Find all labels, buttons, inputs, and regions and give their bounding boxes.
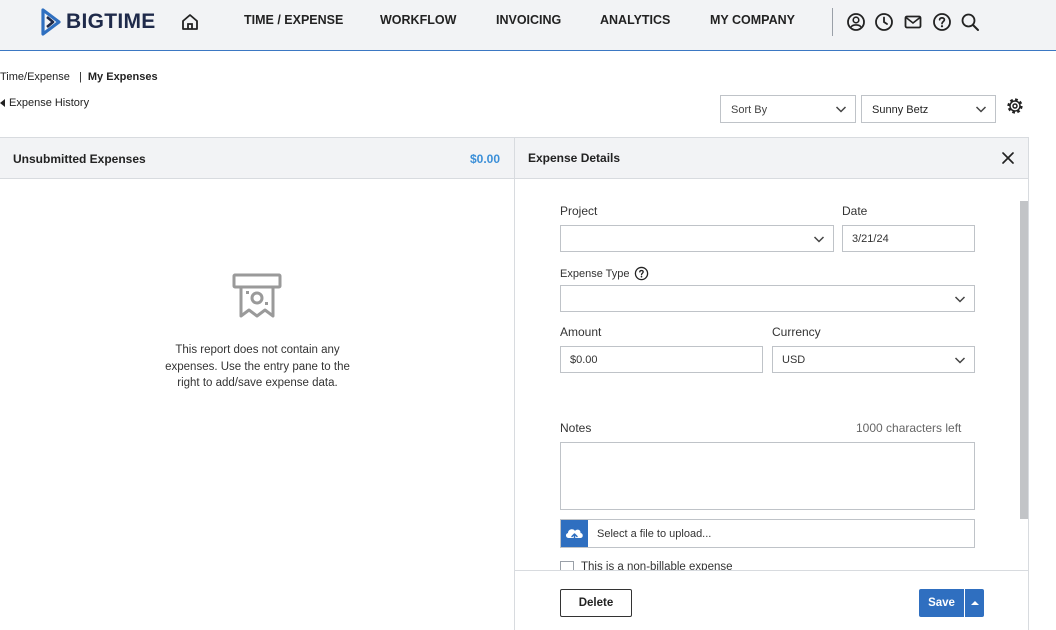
expense-type-label: Expense Type xyxy=(560,266,649,281)
unsubmitted-expenses-title: Unsubmitted Expenses xyxy=(13,152,146,166)
date-value: 3/21/24 xyxy=(852,233,889,245)
unsubmitted-expenses-header: Unsubmitted Expenses $0.00 xyxy=(0,137,514,179)
expense-details-header: Expense Details xyxy=(515,137,1028,179)
back-arrow-icon xyxy=(0,99,5,107)
currency-label: Currency xyxy=(772,325,821,339)
currency-select[interactable]: USD xyxy=(772,346,975,373)
home-icon[interactable] xyxy=(180,12,200,32)
notes-character-counter: 1000 characters left xyxy=(856,421,962,435)
upload-text: Select a file to upload... xyxy=(597,528,712,540)
help-circle-icon[interactable] xyxy=(634,266,649,281)
expense-history-link[interactable]: Expense History xyxy=(0,97,89,109)
expense-type-select[interactable] xyxy=(560,285,975,312)
nav-invoicing[interactable]: INVOICING xyxy=(496,13,561,27)
breadcrumb-parent[interactable]: Time/Expense xyxy=(0,71,70,83)
amount-field[interactable]: $0.00 xyxy=(560,346,763,373)
breadcrumb-current: My Expenses xyxy=(87,71,158,83)
date-label: Date xyxy=(842,204,868,218)
project-label: Project xyxy=(560,204,598,218)
details-footer: Delete Save xyxy=(515,570,1028,630)
save-button[interactable]: Save xyxy=(919,589,964,617)
mail-icon[interactable] xyxy=(903,12,923,32)
notes-label: Notes xyxy=(560,421,592,435)
breadcrumb: Time/Expense | My Expenses xyxy=(0,71,158,83)
sort-by-dropdown[interactable]: Sort By xyxy=(720,95,856,123)
nav-divider xyxy=(832,8,833,36)
help-circle-icon[interactable] xyxy=(932,12,952,32)
expense-details-title: Expense Details xyxy=(528,151,621,165)
chevron-down-icon xyxy=(954,357,966,364)
clock-icon[interactable] xyxy=(874,12,894,32)
user-circle-icon[interactable] xyxy=(846,12,866,32)
nav-analytics[interactable]: ANALYTICS xyxy=(600,13,670,27)
project-select[interactable] xyxy=(560,225,834,252)
breadcrumb-separator: | xyxy=(78,71,82,83)
chevron-down-icon xyxy=(835,106,847,113)
delete-button[interactable]: Delete xyxy=(560,589,632,617)
empty-state-message: This report does not contain any expense… xyxy=(165,344,350,389)
file-upload-field[interactable]: Select a file to upload... xyxy=(560,519,975,548)
unsubmitted-expenses-panel: Unsubmitted Expenses $0.00 This report d… xyxy=(0,137,515,630)
expense-details-panel: Expense Details Project Date 3/21/24 Exp… xyxy=(515,137,1029,630)
nav-time-expense[interactable]: TIME / EXPENSE xyxy=(244,13,343,27)
bigtime-logo-icon xyxy=(41,8,61,36)
notes-textarea[interactable] xyxy=(560,442,975,510)
date-field[interactable]: 3/21/24 xyxy=(842,225,975,252)
user-dropdown[interactable]: Sunny Betz xyxy=(861,95,996,123)
bigtime-logo[interactable]: BIGTIME xyxy=(40,8,156,36)
chevron-down-icon xyxy=(813,236,825,243)
currency-value: USD xyxy=(782,354,806,366)
details-scrollbar[interactable] xyxy=(1020,201,1028,519)
save-options-dropdown-button[interactable] xyxy=(965,589,984,617)
expense-history-label: Expense History xyxy=(9,97,90,109)
search-icon[interactable] xyxy=(960,12,980,32)
brand-name: BIGTIME xyxy=(66,10,156,33)
expense-type-label-text: Expense Type xyxy=(560,268,630,280)
nav-my-company[interactable]: MY COMPANY xyxy=(710,13,795,27)
unsubmitted-total: $0.00 xyxy=(469,152,500,166)
amount-label: Amount xyxy=(560,325,602,339)
top-navigation: BIGTIME TIME / EXPENSE WORKFLOW INVOICIN… xyxy=(0,0,1056,51)
close-icon[interactable] xyxy=(1000,150,1016,166)
upload-button[interactable] xyxy=(561,520,588,547)
gear-icon[interactable] xyxy=(1005,96,1025,116)
nav-workflow[interactable]: WORKFLOW xyxy=(380,13,456,27)
user-dropdown-value: Sunny Betz xyxy=(872,104,929,116)
money-receipt-icon xyxy=(232,273,282,318)
sort-by-label: Sort By xyxy=(731,104,768,116)
cloud-upload-icon xyxy=(565,529,583,542)
chevron-down-icon xyxy=(954,296,966,303)
chevron-down-icon xyxy=(975,106,987,113)
amount-value: $0.00 xyxy=(570,354,598,366)
